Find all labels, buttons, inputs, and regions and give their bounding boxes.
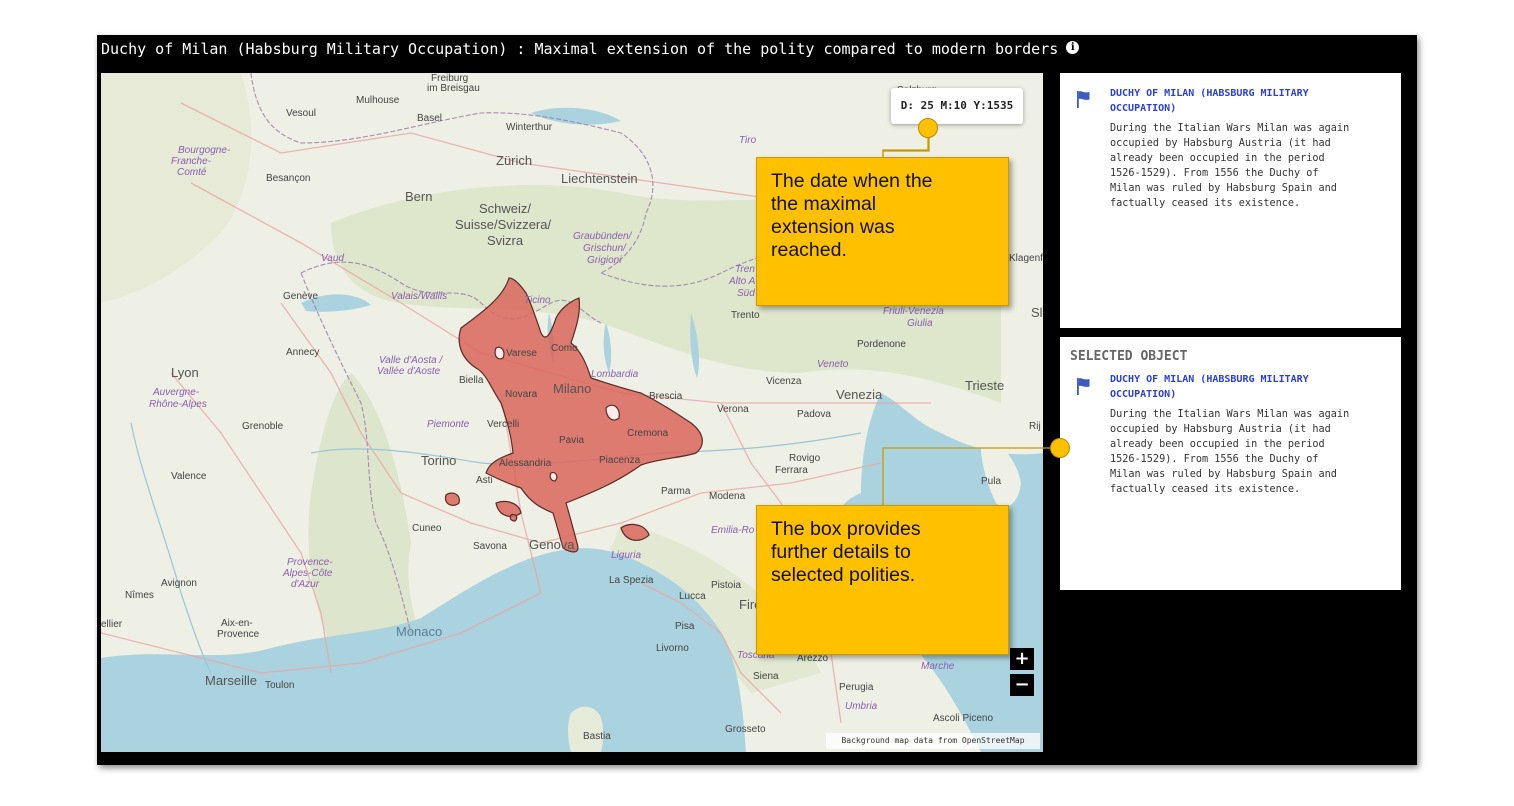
callout-connectors	[882, 128, 1060, 505]
details-callout: The box provides further details to sele…	[756, 505, 1009, 655]
callout-line: reached.	[771, 239, 847, 261]
callout-line: The date when the	[771, 170, 933, 192]
callout-line: further details to	[771, 541, 911, 563]
callout-line: The box provides	[771, 518, 921, 540]
date-callout: The date when the the maximal extension …	[756, 157, 1009, 306]
callout-line: the maximal	[771, 193, 877, 215]
callout-line: extension was	[771, 216, 895, 238]
callout-line: selected polities.	[771, 564, 916, 586]
callout-marker-dot	[918, 118, 938, 138]
callout-marker-dot	[1050, 438, 1070, 458]
